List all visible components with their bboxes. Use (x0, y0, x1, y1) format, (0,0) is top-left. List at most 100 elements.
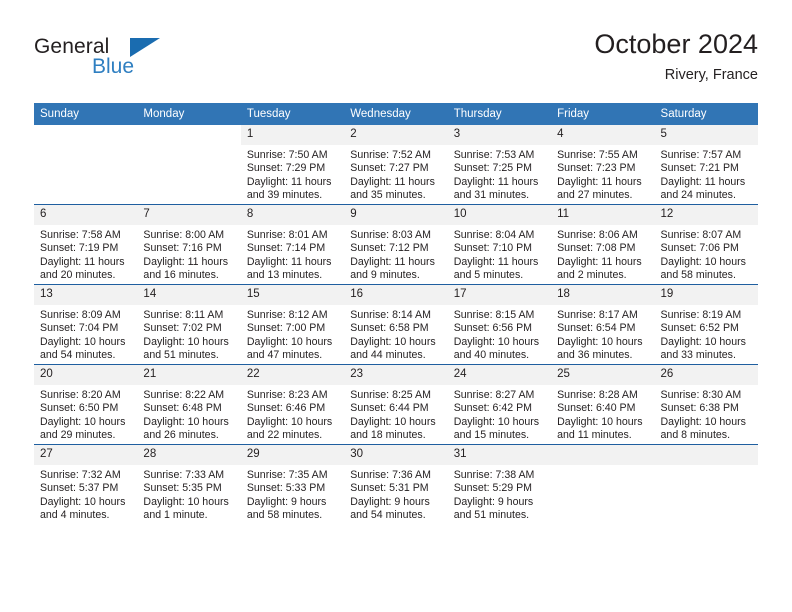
day-details: Sunrise: 8:09 AM Sunset: 7:04 PM Daylight:… (34, 305, 137, 363)
sunset-time: Sunset: 5:29 PM (453, 482, 533, 495)
calendar-day-cell[interactable]: 16 Sunrise: 8:14 AM Sunset: 6:58 PM Dayligh… (344, 284, 448, 365)
calendar-day-cell[interactable]: 30 Sunrise: 7:36 AM Sunset: 5:31 PM Dayligh… (344, 444, 448, 524)
calendar-day-cell[interactable]: 10 Sunrise: 8:04 AM Sunset: 7:10 PM Dayligh… (447, 204, 552, 285)
calendar-day-cell[interactable]: 21 Sunrise: 8:22 AM Sunset: 6:48 PM Dayligh… (137, 364, 241, 445)
sunrise-time: Sunrise: 8:11 AM (143, 309, 224, 321)
daylight-duration-line-1: Daylight: 10 hours (660, 335, 746, 348)
sunset-time: Sunset: 7:21 PM (660, 162, 739, 175)
day-number: 7 (137, 205, 241, 225)
day-number: 15 (240, 285, 345, 305)
calendar-day-cell[interactable]: 8 Sunrise: 8:01 AM Sunset: 7:14 PM Daylight… (240, 204, 345, 285)
weekday-header-wednesday: Wednesday (344, 103, 448, 125)
day-details: Sunrise: 7:53 AM Sunset: 7:25 PM Daylight:… (448, 145, 551, 203)
sunset-time: Sunset: 7:19 PM (40, 242, 119, 255)
sunrise-time: Sunrise: 8:09 AM (40, 309, 121, 321)
calendar-day-cell[interactable]: 27 Sunrise: 7:32 AM Sunset: 5:37 PM Dayligh… (34, 444, 138, 524)
daylight-duration-line-1: Daylight: 11 hours (40, 255, 125, 268)
day-details: Sunrise: 7:57 AM Sunset: 7:21 PM Daylight:… (655, 145, 758, 203)
calendar-day-cell[interactable]: 13 Sunrise: 8:09 AM Sunset: 7:04 PM Dayligh… (34, 284, 138, 365)
sunrise-time: Sunrise: 8:12 AM (246, 309, 328, 321)
calendar-day-cell[interactable]: 12 Sunrise: 8:07 AM Sunset: 7:06 PM Dayligh… (654, 204, 758, 285)
calendar-week-row: 1 Sunrise: 7:50 AM Sunset: 7:29 PM Daylight… (34, 125, 758, 205)
sunrise-time: Sunrise: 7:32 AM (40, 469, 121, 481)
calendar-day-cell[interactable]: 31 Sunrise: 7:38 AM Sunset: 5:29 PM Dayligh… (447, 444, 552, 524)
daylight-duration-line-1: Daylight: 10 hours (557, 335, 643, 348)
daylight-duration-line-2: and 35 minutes. (350, 189, 426, 202)
sunrise-time: Sunrise: 8:03 AM (350, 229, 431, 241)
calendar-day-cell[interactable]: 22 Sunrise: 8:23 AM Sunset: 6:46 PM Dayligh… (240, 364, 345, 445)
sunrise-time: Sunrise: 7:55 AM (557, 149, 638, 161)
daylight-duration-line-1: Daylight: 10 hours (557, 415, 643, 428)
calendar-day-cell[interactable]: 2 Sunrise: 7:52 AM Sunset: 7:27 PM Daylight… (344, 125, 448, 205)
calendar-day-cell[interactable]: 17 Sunrise: 8:15 AM Sunset: 6:56 PM Dayligh… (447, 284, 552, 365)
daylight-duration-line-2: and 8 minutes. (660, 429, 731, 442)
sunrise-time: Sunrise: 8:27 AM (453, 389, 535, 401)
sunrise-time: Sunrise: 7:33 AM (143, 469, 225, 481)
sunrise-time: Sunrise: 7:38 AM (453, 469, 535, 481)
calendar-day-cell[interactable]: 3 Sunrise: 7:53 AM Sunset: 7:25 PM Daylight… (447, 125, 552, 205)
calendar-day-cell[interactable]: 7 Sunrise: 8:00 AM Sunset: 7:16 PM Daylight… (137, 204, 241, 285)
calendar-day-cell[interactable]: 24 Sunrise: 8:27 AM Sunset: 6:42 PM Dayligh… (447, 364, 552, 445)
day-details: Sunrise: 7:50 AM Sunset: 7:29 PM Daylight:… (241, 145, 344, 203)
sunrise-time: Sunrise: 8:20 AM (40, 389, 121, 401)
calendar-day-cell[interactable]: 25 Sunrise: 8:28 AM Sunset: 6:40 PM Dayligh… (551, 364, 655, 445)
day-details: Sunrise: 8:20 AM Sunset: 6:50 PM Daylight:… (34, 385, 137, 443)
day-details: Sunrise: 8:07 AM Sunset: 7:06 PM Daylight:… (655, 225, 758, 283)
calendar-day-cell[interactable]: 6 Sunrise: 7:58 AM Sunset: 7:19 PM Daylight… (34, 204, 138, 285)
day-number: 17 (447, 285, 552, 305)
page-subtitle: Rivery, France (664, 67, 758, 84)
daylight-duration-line-2: and 40 minutes. (453, 349, 530, 362)
sunrise-time: Sunrise: 8:01 AM (246, 229, 328, 241)
weekday-header-friday: Friday (551, 103, 655, 125)
calendar-day-cell[interactable]: 11 Sunrise: 8:06 AM Sunset: 7:08 PM Dayligh… (551, 204, 655, 285)
daylight-duration-line-2: and 27 minutes. (557, 189, 633, 202)
calendar-day-cell[interactable]: 1 Sunrise: 7:50 AM Sunset: 7:29 PM Daylight… (240, 125, 345, 205)
daylight-duration-line-1: Daylight: 11 hours (660, 175, 746, 188)
day-details: Sunrise: 7:38 AM Sunset: 5:29 PM Daylight:… (448, 465, 551, 523)
calendar-day-cell[interactable]: 4 Sunrise: 7:55 AM Sunset: 7:23 PM Daylight… (551, 125, 655, 205)
calendar-day-cell[interactable]: 15 Sunrise: 8:12 AM Sunset: 7:00 PM Dayligh… (240, 284, 345, 365)
day-number: 12 (654, 205, 758, 225)
calendar-day-cell[interactable]: 18 Sunrise: 8:17 AM Sunset: 6:54 PM Dayligh… (551, 284, 655, 365)
day-details: Sunrise: 8:30 AM Sunset: 6:38 PM Daylight:… (655, 385, 758, 443)
sunrise-time: Sunrise: 7:50 AM (246, 149, 328, 161)
sunrise-time: Sunrise: 7:35 AM (246, 469, 328, 481)
calendar-day-cell[interactable]: 20 Sunrise: 8:20 AM Sunset: 6:50 PM Dayligh… (34, 364, 138, 445)
daylight-duration-line-2: and 4 minutes. (40, 509, 110, 522)
calendar-cell-empty (551, 444, 655, 524)
day-details: Sunrise: 7:52 AM Sunset: 7:27 PM Daylight:… (344, 145, 447, 203)
sunset-time: Sunset: 7:04 PM (40, 322, 119, 335)
sunrise-time: Sunrise: 8:22 AM (143, 389, 225, 401)
day-number: 11 (551, 205, 655, 225)
day-details: Sunrise: 7:35 AM Sunset: 5:33 PM Daylight:… (241, 465, 344, 523)
day-details: Sunrise: 7:33 AM Sunset: 5:35 PM Daylight:… (137, 465, 240, 523)
calendar-day-cell[interactable]: 26 Sunrise: 8:30 AM Sunset: 6:38 PM Dayligh… (654, 364, 758, 445)
calendar-day-cell[interactable]: 5 Sunrise: 7:57 AM Sunset: 7:21 PM Daylight… (654, 125, 758, 205)
daylight-duration-line-2: and 58 minutes. (246, 509, 323, 522)
day-details: Sunrise: 8:12 AM Sunset: 7:00 PM Daylight:… (241, 305, 344, 363)
day-number: 23 (344, 365, 448, 385)
weekday-header-thursday: Thursday (447, 103, 552, 125)
sunrise-time: Sunrise: 8:00 AM (143, 229, 225, 241)
daylight-duration-line-1: Daylight: 10 hours (143, 495, 229, 508)
calendar-day-cell[interactable]: 29 Sunrise: 7:35 AM Sunset: 5:33 PM Dayligh… (240, 444, 345, 524)
day-number (34, 125, 137, 145)
calendar-page: General Blue October 2024 Rivery, France… (0, 0, 792, 612)
sunset-time: Sunset: 6:44 PM (350, 402, 429, 415)
logo-text-general: General (34, 35, 110, 58)
sunset-time: Sunset: 7:00 PM (246, 322, 326, 335)
calendar-day-cell[interactable]: 19 Sunrise: 8:19 AM Sunset: 6:52 PM Dayligh… (654, 284, 758, 365)
calendar-day-cell[interactable]: 14 Sunrise: 8:11 AM Sunset: 7:02 PM Dayligh… (137, 284, 241, 365)
calendar-day-cell[interactable]: 9 Sunrise: 8:03 AM Sunset: 7:12 PM Daylight… (344, 204, 448, 285)
day-number: 3 (447, 125, 552, 145)
daylight-duration-line-1: Daylight: 11 hours (557, 255, 642, 268)
day-details (655, 465, 758, 469)
calendar-day-cell[interactable]: 23 Sunrise: 8:25 AM Sunset: 6:44 PM Dayligh… (344, 364, 448, 445)
day-number: 9 (344, 205, 448, 225)
daylight-duration-line-2: and 13 minutes. (246, 269, 323, 282)
sunset-time: Sunset: 5:33 PM (246, 482, 326, 495)
daylight-duration-line-1: Daylight: 10 hours (660, 255, 746, 268)
calendar-day-cell[interactable]: 28 Sunrise: 7:33 AM Sunset: 5:35 PM Dayligh… (137, 444, 241, 524)
daylight-duration-line-2: and 29 minutes. (40, 429, 116, 442)
weekday-header-tuesday: Tuesday (240, 103, 345, 125)
